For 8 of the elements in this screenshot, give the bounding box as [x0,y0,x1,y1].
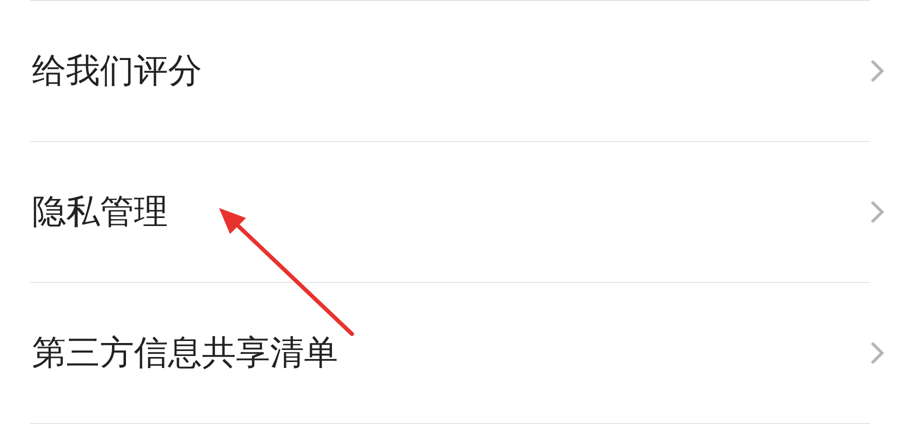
menu-item-label: 第三方信息共享清单 [31,332,338,374]
menu-item-label: 给我们评分 [31,50,202,92]
menu-item-label: 隐私管理 [31,190,168,234]
menu-item[interactable]: 给我们评分 [30,1,870,142]
menu-item[interactable]: 第三方信息共享清单 [30,283,870,424]
chevron-right-icon [870,341,884,365]
chevron-right-icon [870,200,884,224]
chevron-right-icon [870,59,884,83]
